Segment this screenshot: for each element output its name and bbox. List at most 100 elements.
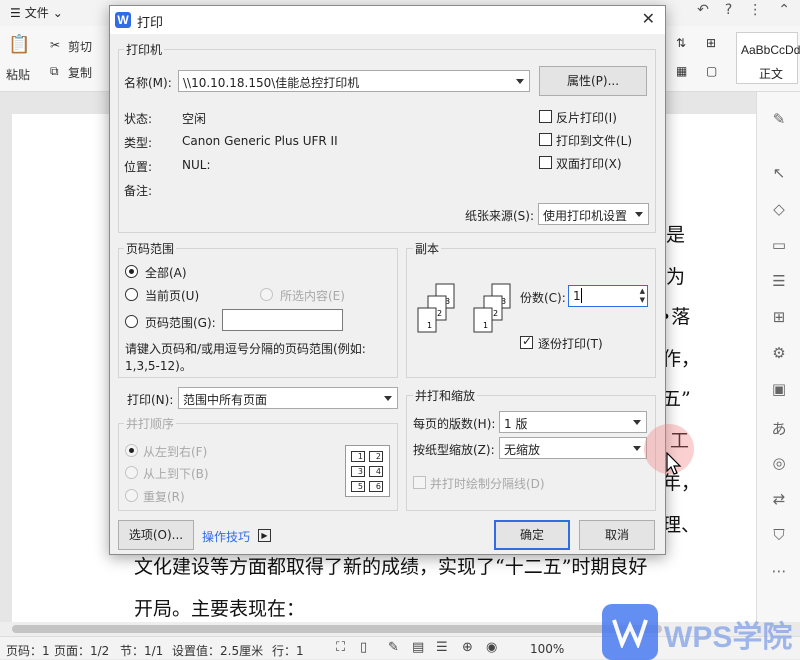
picture-icon[interactable]: ▣	[757, 380, 800, 398]
doc-text: 五”	[662, 388, 691, 410]
print-what-select[interactable]: 范围中所有页面	[178, 387, 398, 409]
pages-per-sheet-select[interactable]: 1 版	[499, 411, 647, 433]
pen-icon[interactable]: ✎	[388, 640, 399, 655]
draw-lines-checkbox	[413, 476, 426, 489]
printer-group-label: 打印机	[124, 41, 165, 58]
ok-button[interactable]: 确定	[494, 520, 570, 550]
paste-button[interactable]: 粘贴	[6, 66, 30, 83]
border-icon[interactable]: ▢	[706, 64, 717, 78]
shapes-icon[interactable]: ◇	[757, 200, 800, 218]
paste-icon[interactable]: 📋	[8, 34, 30, 55]
undo-icon[interactable]: ↶	[697, 2, 709, 18]
status-row: 行：1	[272, 644, 304, 658]
cut-button[interactable]: 剪切	[68, 38, 92, 55]
range-selection-label: 所选内容(E)	[280, 289, 345, 303]
collate-checkbox[interactable]	[520, 334, 533, 349]
chevron-down-icon	[633, 446, 641, 451]
file-menu[interactable]: ☰ 文件 ⌄	[10, 4, 63, 21]
svg-text:2: 2	[437, 309, 442, 318]
range-pages-label[interactable]: 页码范围(G):	[145, 314, 216, 331]
chevron-down-icon	[633, 420, 641, 425]
duplex-checkbox[interactable]	[539, 156, 552, 169]
eye-icon[interactable]: ◉	[486, 640, 497, 655]
web-view-icon[interactable]: ⊕	[462, 640, 473, 655]
video-icon[interactable]: ▶	[258, 529, 271, 542]
share-icon[interactable]: ⇄	[757, 490, 800, 508]
image-icon[interactable]: ▭	[757, 236, 800, 254]
pointer-icon[interactable]: ↖	[757, 164, 800, 182]
print-to-file-checkbox[interactable]	[539, 133, 552, 146]
page-range-input[interactable]	[222, 309, 343, 331]
close-icon[interactable]: ✕	[642, 9, 655, 28]
copies-count-input[interactable]: 1 ▲ ▼	[568, 285, 648, 307]
page-view-icon[interactable]: ▤	[412, 640, 424, 655]
cut-icon[interactable]: ✂	[50, 38, 60, 52]
status-page: 页码：1	[6, 644, 50, 658]
read-mode-icon[interactable]: ▯	[360, 640, 367, 655]
more-icon[interactable]: ⋮	[748, 2, 762, 18]
duplex-label[interactable]: 双面打印(X)	[556, 155, 622, 172]
dialog-title-bar: W 打印 ✕	[110, 6, 665, 34]
order-ltr-radio	[125, 444, 138, 457]
menu-icon: ☰	[10, 5, 21, 20]
copy-button[interactable]: 复制	[68, 64, 92, 81]
help-icon[interactable]: ?	[725, 2, 732, 18]
doc-text: 文化建设等方面都取得了新的成绩，实现了“十二五”时期良好	[134, 556, 648, 578]
watermark: WPS学院	[602, 604, 800, 660]
wps-writer-icon: W	[115, 12, 131, 28]
tips-link[interactable]: 操作技巧	[202, 528, 250, 545]
properties-button[interactable]: 属性(P)...	[539, 66, 647, 96]
print-to-file-label[interactable]: 打印到文件(L)	[556, 132, 632, 149]
layout-icon[interactable]: ☰	[757, 272, 800, 290]
pages-per-sheet-label: 每页的版数(H):	[413, 417, 496, 431]
range-current-radio[interactable]	[125, 288, 138, 301]
options-button[interactable]: 选项(O)...	[118, 520, 194, 550]
order-group-label: 并打顺序	[124, 415, 177, 432]
mouse-cursor-icon	[666, 452, 682, 475]
range-all-radio[interactable]	[125, 265, 138, 278]
grid-cell: 3	[351, 466, 365, 477]
order-ttb-radio	[125, 466, 138, 479]
line-spacing-icon[interactable]: ⇅	[676, 36, 686, 50]
more-icon[interactable]: ⋯	[757, 562, 800, 580]
edit-icon[interactable]: ✎	[757, 110, 800, 128]
range-all-label[interactable]: 全部(A)	[145, 264, 187, 281]
range-pages-radio[interactable]	[125, 315, 138, 328]
style-normal[interactable]: AaBbCcDd 正文	[736, 32, 800, 84]
cancel-button[interactable]: 取消	[579, 520, 655, 550]
order-ltr-label: 从左到右(F)	[143, 445, 208, 459]
copy-icon[interactable]: ⧉	[50, 64, 59, 79]
location-value: NUL:	[182, 158, 211, 172]
location-label: 位置:	[124, 160, 153, 174]
spin-down-icon[interactable]: ▼	[640, 296, 645, 305]
reverse-print-checkbox[interactable]	[539, 110, 552, 123]
reverse-print-label[interactable]: 反片打印(I)	[556, 109, 617, 126]
fullscreen-icon[interactable]: ⛶	[336, 640, 345, 655]
shield-icon[interactable]: ⛉	[757, 526, 800, 544]
collapse-icon[interactable]: ⌃	[778, 2, 790, 18]
doc-text: 是	[666, 224, 686, 246]
scale-select[interactable]: 无缩放	[499, 437, 647, 459]
zoom-level[interactable]: 100%	[530, 642, 564, 656]
range-hint: 请键入页码和/或用逗号分隔的页码范围(例如:	[125, 342, 366, 356]
grid-icon[interactable]: ⊞	[757, 308, 800, 326]
settings-icon[interactable]: ⚙	[757, 344, 800, 362]
shading-icon[interactable]: ▦	[676, 64, 687, 78]
chevron-down-icon	[635, 212, 643, 217]
printer-name-select[interactable]: \\10.10.18.150\佳能总控打印机	[178, 70, 530, 92]
paper-source-select[interactable]: 使用打印机设置	[538, 203, 649, 225]
status-pages: 页面：1/2	[54, 644, 110, 658]
range-hint: 1,3,5-12)。	[125, 359, 192, 373]
backup-icon[interactable]: ◎	[757, 454, 800, 472]
table-icon[interactable]: ⊞	[706, 36, 716, 50]
range-current-label[interactable]: 当前页(U)	[145, 287, 199, 304]
chevron-down-icon	[516, 79, 524, 84]
translate-icon[interactable]: あ	[757, 418, 800, 439]
collate-label[interactable]: 逐份打印(T)	[538, 335, 603, 352]
text-caret	[581, 288, 582, 303]
svg-text:1: 1	[483, 321, 488, 330]
grid-cell: 6	[369, 481, 383, 492]
status-value: 空闲	[182, 112, 207, 126]
outline-icon[interactable]: ☰	[436, 640, 448, 655]
spin-up-icon[interactable]: ▲	[640, 287, 645, 296]
